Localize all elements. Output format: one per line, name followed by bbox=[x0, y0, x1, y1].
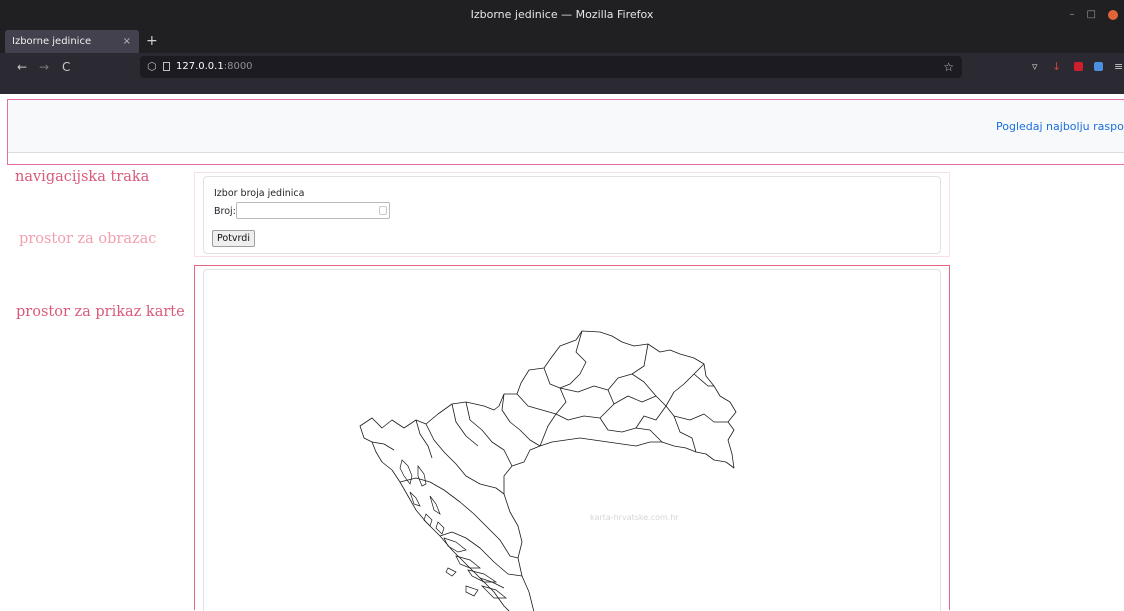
page-icon bbox=[163, 62, 170, 71]
forward-icon[interactable]: → bbox=[39, 53, 49, 81]
island bbox=[417, 464, 427, 487]
island bbox=[465, 585, 479, 597]
new-tab-button[interactable]: + bbox=[146, 30, 158, 53]
tab-title: Izborne jedinice bbox=[12, 36, 92, 47]
annotation-map: prostor za prikaz karte bbox=[16, 304, 185, 320]
croatia-map-image bbox=[359, 330, 737, 611]
bookmark-star-icon[interactable]: ☆ bbox=[943, 56, 954, 78]
form-card: Izbor broja jedinica Broj: Potvrdi bbox=[203, 176, 941, 254]
shield-icon[interactable]: ⬡ bbox=[147, 56, 157, 78]
navbar-region: Pogledaj najbolju raspodjelu bbox=[7, 99, 1124, 165]
maximize-button[interactable]: □ bbox=[1087, 0, 1096, 30]
form-title: Izbor broja jedinica bbox=[214, 188, 305, 199]
country-outline bbox=[359, 330, 737, 611]
tab-bar: Izborne jedinice × + bbox=[0, 30, 1124, 53]
number-input[interactable] bbox=[236, 202, 390, 219]
island bbox=[429, 495, 441, 515]
best-distribution-link[interactable]: Pogledaj najbolju raspodjelu bbox=[996, 120, 1124, 133]
map-card: karta-hrvatske.com.hr bbox=[203, 269, 941, 611]
tab-close-icon[interactable]: × bbox=[123, 30, 131, 53]
reload-icon[interactable]: C bbox=[62, 53, 70, 81]
island bbox=[435, 521, 445, 535]
map-region: karta-hrvatske.com.hr bbox=[194, 265, 950, 611]
url-bar[interactable]: ⬡ 127.0.0.1:8000 ☆ bbox=[140, 56, 962, 78]
close-window-button[interactable] bbox=[1108, 10, 1118, 20]
ublock-icon[interactable] bbox=[1074, 62, 1083, 71]
pocket-icon[interactable]: ▿ bbox=[1032, 53, 1038, 81]
page-content: Pogledaj najbolju raspodjelu navigacijsk… bbox=[0, 94, 1124, 611]
window-title: Izborne jedinice — Mozilla Firefox bbox=[470, 8, 654, 21]
window-controls: – □ bbox=[1070, 0, 1118, 30]
navigation-toolbar: ← → C ⬡ 127.0.0.1:8000 ☆ ▿ ↓ ≡ bbox=[0, 53, 1124, 81]
number-label: Broj: bbox=[214, 206, 236, 217]
island bbox=[443, 537, 467, 553]
form-region: Izbor broja jedinica Broj: Potvrdi bbox=[194, 172, 950, 257]
number-spinner-icon[interactable] bbox=[379, 206, 387, 215]
annotation-form: prostor za obrazac bbox=[19, 231, 157, 247]
url-text[interactable]: 127.0.0.1:8000 bbox=[176, 56, 253, 78]
window-titlebar: Izborne jedinice — Mozilla Firefox – □ bbox=[0, 0, 1124, 30]
toolbar-spacer bbox=[0, 81, 1124, 94]
translate-icon[interactable] bbox=[1094, 62, 1103, 71]
back-icon[interactable]: ← bbox=[17, 53, 27, 81]
island bbox=[445, 567, 457, 577]
hamburger-menu-icon[interactable]: ≡ bbox=[1114, 53, 1123, 81]
annotation-navbar: navigacijska traka bbox=[15, 169, 150, 185]
submit-button[interactable]: Potvrdi bbox=[212, 230, 255, 247]
navbar: Pogledaj najbolju raspodjelu bbox=[8, 100, 1124, 153]
minimize-button[interactable]: – bbox=[1070, 0, 1075, 30]
download-icon[interactable]: ↓ bbox=[1052, 53, 1061, 81]
island bbox=[409, 491, 421, 507]
tab-izborne-jedinice[interactable]: Izborne jedinice × bbox=[5, 30, 139, 53]
map-watermark: karta-hrvatske.com.hr bbox=[590, 513, 679, 522]
island bbox=[423, 513, 433, 527]
